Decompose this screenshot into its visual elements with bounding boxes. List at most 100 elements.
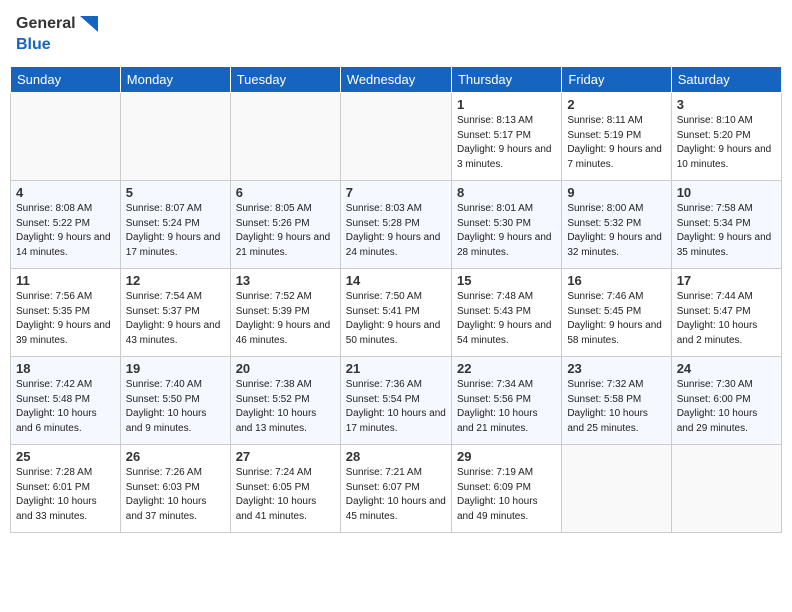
calendar-day-cell — [671, 445, 781, 533]
calendar-day-cell: 24 Sunrise: 7:30 AM Sunset: 6:00 PM Dayli… — [671, 357, 781, 445]
day-info: Sunrise: 7:40 AM Sunset: 5:50 PM Dayligh… — [126, 378, 225, 436]
day-number: 27 — [236, 449, 335, 464]
day-info: Sunrise: 7:52 AM Sunset: 5:39 PM Dayligh… — [236, 290, 335, 348]
calendar-day-cell: 16 Sunrise: 7:46 AM Sunset: 5:45 PM Dayli… — [562, 269, 671, 357]
calendar-day-cell: 28 Sunrise: 7:21 AM Sunset: 6:07 PM Dayli… — [340, 445, 451, 533]
calendar-day-cell — [562, 445, 671, 533]
day-number: 25 — [16, 449, 115, 464]
day-number: 3 — [677, 97, 776, 112]
day-info: Sunrise: 7:26 AM Sunset: 6:03 PM Dayligh… — [126, 466, 225, 524]
day-number: 1 — [457, 97, 556, 112]
day-info: Sunrise: 7:50 AM Sunset: 5:41 PM Dayligh… — [346, 290, 446, 348]
calendar-day-cell: 29 Sunrise: 7:19 AM Sunset: 6:09 PM Dayli… — [451, 445, 561, 533]
calendar-day-cell: 18Sunrise: 7:42 AM Sunset: 5:48 PM Dayli… — [11, 357, 121, 445]
day-info: Sunrise: 8:03 AM Sunset: 5:28 PM Dayligh… — [346, 202, 446, 260]
logo-blue-text: Blue — [16, 35, 51, 54]
calendar-day-cell: 8 Sunrise: 8:01 AM Sunset: 5:30 PM Daylig… — [451, 181, 561, 269]
calendar-day-cell: 11Sunrise: 7:56 AM Sunset: 5:35 PM Dayli… — [11, 269, 121, 357]
day-number: 17 — [677, 273, 776, 288]
calendar-week-row: 11Sunrise: 7:56 AM Sunset: 5:35 PM Dayli… — [11, 269, 782, 357]
day-number: 16 — [567, 273, 665, 288]
calendar-day-cell: 13 Sunrise: 7:52 AM Sunset: 5:39 PM Dayli… — [230, 269, 340, 357]
calendar-day-cell: 1 Sunrise: 8:13 AM Sunset: 5:17 PM Daylig… — [451, 93, 561, 181]
calendar-day-cell: 26 Sunrise: 7:26 AM Sunset: 6:03 PM Dayli… — [120, 445, 230, 533]
day-info: Sunrise: 7:19 AM Sunset: 6:09 PM Dayligh… — [457, 466, 556, 524]
calendar-week-row: 4 Sunrise: 8:08 AM Sunset: 5:22 PM Daylig… — [11, 181, 782, 269]
day-info: Sunrise: 8:11 AM Sunset: 5:19 PM Dayligh… — [567, 114, 665, 172]
calendar-table: SundayMondayTuesdayWednesdayThursdayFrid… — [10, 66, 782, 533]
day-info: Sunrise: 7:42 AM Sunset: 5:48 PM Dayligh… — [16, 378, 115, 436]
day-number: 12 — [126, 273, 225, 288]
day-of-week-header: Thursday — [451, 67, 561, 93]
day-number: 21 — [346, 361, 446, 376]
day-info: Sunrise: 7:30 AM Sunset: 6:00 PM Dayligh… — [677, 378, 776, 436]
calendar-day-cell: 23 Sunrise: 7:32 AM Sunset: 5:58 PM Dayli… — [562, 357, 671, 445]
calendar-day-cell — [340, 93, 451, 181]
day-info: Sunrise: 8:01 AM Sunset: 5:30 PM Dayligh… — [457, 202, 556, 260]
day-number: 28 — [346, 449, 446, 464]
day-number: 5 — [126, 185, 225, 200]
day-number: 11 — [16, 273, 115, 288]
day-number: 23 — [567, 361, 665, 376]
calendar-day-cell: 17 Sunrise: 7:44 AM Sunset: 5:47 PM Dayli… — [671, 269, 781, 357]
day-number: 29 — [457, 449, 556, 464]
day-number: 14 — [346, 273, 446, 288]
calendar-header-row: SundayMondayTuesdayWednesdayThursdayFrid… — [11, 67, 782, 93]
day-of-week-header: Wednesday — [340, 67, 451, 93]
calendar-day-cell: 14 Sunrise: 7:50 AM Sunset: 5:41 PM Dayli… — [340, 269, 451, 357]
day-number: 15 — [457, 273, 556, 288]
day-info: Sunrise: 8:13 AM Sunset: 5:17 PM Dayligh… — [457, 114, 556, 172]
day-number: 19 — [126, 361, 225, 376]
logo: General Blue — [16, 14, 98, 54]
day-of-week-header: Saturday — [671, 67, 781, 93]
day-number: 10 — [677, 185, 776, 200]
day-info: Sunrise: 7:24 AM Sunset: 6:05 PM Dayligh… — [236, 466, 335, 524]
day-info: Sunrise: 7:46 AM Sunset: 5:45 PM Dayligh… — [567, 290, 665, 348]
calendar-day-cell: 22 Sunrise: 7:34 AM Sunset: 5:56 PM Dayli… — [451, 357, 561, 445]
day-info: Sunrise: 7:21 AM Sunset: 6:07 PM Dayligh… — [346, 466, 446, 524]
calendar-week-row: 1 Sunrise: 8:13 AM Sunset: 5:17 PM Daylig… — [11, 93, 782, 181]
day-number: 22 — [457, 361, 556, 376]
day-number: 2 — [567, 97, 665, 112]
day-number: 6 — [236, 185, 335, 200]
day-of-week-header: Monday — [120, 67, 230, 93]
calendar-day-cell: 4 Sunrise: 8:08 AM Sunset: 5:22 PM Daylig… — [11, 181, 121, 269]
day-info: Sunrise: 7:32 AM Sunset: 5:58 PM Dayligh… — [567, 378, 665, 436]
calendar-week-row: 18Sunrise: 7:42 AM Sunset: 5:48 PM Dayli… — [11, 357, 782, 445]
day-info: Sunrise: 7:48 AM Sunset: 5:43 PM Dayligh… — [457, 290, 556, 348]
calendar-day-cell: 9 Sunrise: 8:00 AM Sunset: 5:32 PM Daylig… — [562, 181, 671, 269]
day-number: 9 — [567, 185, 665, 200]
logo-general-text: General — [16, 14, 76, 33]
day-number: 4 — [16, 185, 115, 200]
calendar-day-cell: 2 Sunrise: 8:11 AM Sunset: 5:19 PM Daylig… — [562, 93, 671, 181]
day-info: Sunrise: 8:08 AM Sunset: 5:22 PM Dayligh… — [16, 202, 115, 260]
calendar-day-cell: 7Sunrise: 8:03 AM Sunset: 5:28 PM Daylig… — [340, 181, 451, 269]
day-info: Sunrise: 7:36 AM Sunset: 5:54 PM Dayligh… — [346, 378, 446, 436]
day-of-week-header: Friday — [562, 67, 671, 93]
calendar-day-cell: 6 Sunrise: 8:05 AM Sunset: 5:26 PM Daylig… — [230, 181, 340, 269]
calendar-day-cell: 12 Sunrise: 7:54 AM Sunset: 5:37 PM Dayli… — [120, 269, 230, 357]
calendar-day-cell: 3 Sunrise: 8:10 AM Sunset: 5:20 PM Daylig… — [671, 93, 781, 181]
day-number: 24 — [677, 361, 776, 376]
day-info: Sunrise: 8:00 AM Sunset: 5:32 PM Dayligh… — [567, 202, 665, 260]
day-info: Sunrise: 8:10 AM Sunset: 5:20 PM Dayligh… — [677, 114, 776, 172]
day-info: Sunrise: 7:44 AM Sunset: 5:47 PM Dayligh… — [677, 290, 776, 348]
day-number: 8 — [457, 185, 556, 200]
day-number: 13 — [236, 273, 335, 288]
calendar-day-cell — [11, 93, 121, 181]
day-info: Sunrise: 8:05 AM Sunset: 5:26 PM Dayligh… — [236, 202, 335, 260]
calendar-day-cell: 10 Sunrise: 7:58 AM Sunset: 5:34 PM Dayli… — [671, 181, 781, 269]
day-info: Sunrise: 7:54 AM Sunset: 5:37 PM Dayligh… — [126, 290, 225, 348]
day-info: Sunrise: 7:34 AM Sunset: 5:56 PM Dayligh… — [457, 378, 556, 436]
calendar-day-cell: 15 Sunrise: 7:48 AM Sunset: 5:43 PM Dayli… — [451, 269, 561, 357]
calendar-day-cell: 19 Sunrise: 7:40 AM Sunset: 5:50 PM Dayli… — [120, 357, 230, 445]
calendar-day-cell: 21 Sunrise: 7:36 AM Sunset: 5:54 PM Dayli… — [340, 357, 451, 445]
calendar-day-cell — [230, 93, 340, 181]
calendar-week-row: 25Sunrise: 7:28 AM Sunset: 6:01 PM Dayli… — [11, 445, 782, 533]
day-number: 20 — [236, 361, 335, 376]
day-number: 26 — [126, 449, 225, 464]
day-of-week-header: Sunday — [11, 67, 121, 93]
calendar-day-cell — [120, 93, 230, 181]
calendar-day-cell: 27 Sunrise: 7:24 AM Sunset: 6:05 PM Dayli… — [230, 445, 340, 533]
day-info: Sunrise: 7:58 AM Sunset: 5:34 PM Dayligh… — [677, 202, 776, 260]
